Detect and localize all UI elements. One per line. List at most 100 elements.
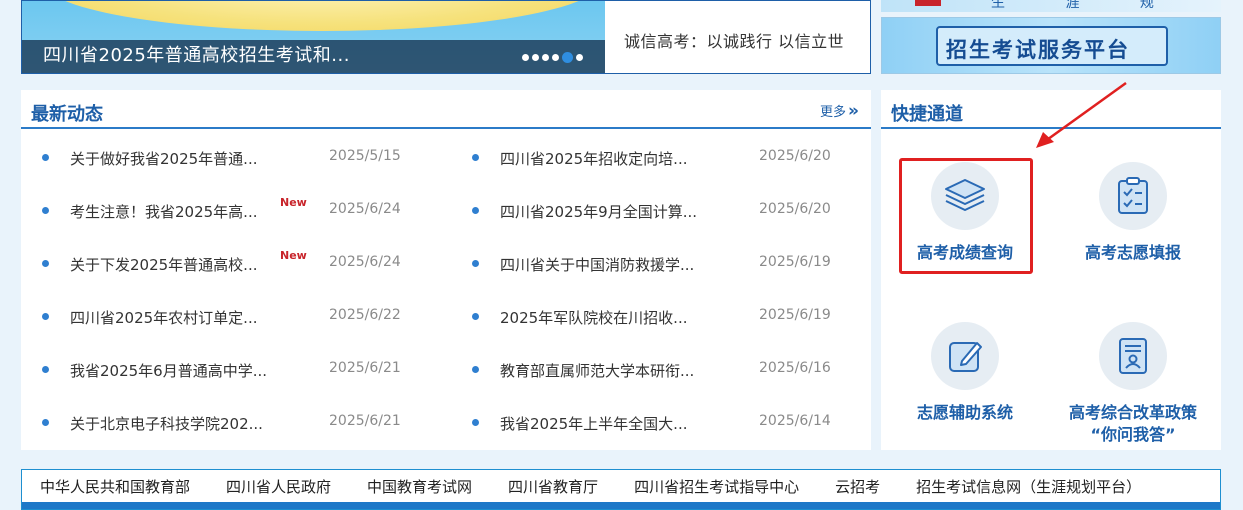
news-item-date: 2025/6/24 — [329, 254, 401, 270]
link-sc-gov[interactable]: 四川省人民政府 — [226, 476, 331, 497]
footer-strip — [22, 502, 1220, 509]
news-panel: 最新动态 更多 » 关于做好我省2025年普通... 2025/5/15 考生注… — [21, 90, 871, 450]
more-label[interactable]: 更多 — [820, 101, 846, 120]
news-item[interactable]: 关于做好我省2025年普通... 2025/5/15 — [21, 129, 441, 182]
link-sc-edu[interactable]: 四川省教育厅 — [508, 476, 598, 497]
news-item-title[interactable]: 考生注意！我省2025年高... — [70, 201, 257, 222]
link-moe[interactable]: 中华人民共和国教育部 — [40, 476, 190, 497]
news-item-title[interactable]: 我省2025年上半年全国大... — [500, 413, 687, 434]
news-item-title[interactable]: 关于下发2025年普通高校... — [70, 254, 257, 275]
news-item-date: 2025/6/19 — [759, 307, 831, 323]
news-item[interactable]: 四川省2025年农村订单定... 2025/6/22 — [21, 288, 441, 341]
slide-dot-active[interactable] — [562, 52, 573, 63]
clipboard-check-icon — [1118, 177, 1148, 214]
news-item[interactable]: 关于下发2025年普通高校... New 2025/6/24 — [21, 235, 441, 288]
quick-volunteer-assist[interactable]: 志愿辅助系统 — [885, 322, 1045, 424]
new-badge: New — [280, 196, 307, 209]
news-item-title[interactable]: 我省2025年6月普通高中学... — [70, 360, 267, 381]
link-yunzhaokao[interactable]: 云招考 — [835, 476, 880, 497]
news-item-date: 2025/6/24 — [329, 201, 401, 217]
slide-dot[interactable] — [532, 54, 539, 61]
bullet-icon — [42, 366, 49, 373]
slide-dot[interactable] — [542, 54, 549, 61]
news-item[interactable]: 四川省2025年9月全国计算... 2025/6/20 — [451, 182, 871, 235]
news-item[interactable]: 考生注意！我省2025年高... New 2025/6/24 — [21, 182, 441, 235]
news-item-date: 2025/6/21 — [329, 360, 401, 376]
bullet-icon — [472, 366, 479, 373]
quick-label[interactable]: 志愿辅助系统 — [885, 402, 1045, 424]
news-item-date: 2025/6/19 — [759, 254, 831, 270]
icon-circle[interactable] — [1099, 322, 1167, 390]
new-badge: New — [280, 249, 307, 262]
news-item[interactable]: 我省2025年6月普通高中学... 2025/6/21 — [21, 341, 441, 394]
bullet-icon — [472, 207, 479, 214]
quick-title: 快捷通道 — [891, 104, 963, 125]
news-item-date: 2025/6/20 — [759, 148, 831, 164]
news-item-title[interactable]: 教育部直属师范大学本研衔... — [500, 360, 694, 381]
more-link[interactable]: 更多 » — [820, 101, 859, 120]
news-item-date: 2025/6/21 — [329, 413, 401, 429]
bullet-icon — [472, 154, 479, 161]
service-platform-banner[interactable]: 招生考试服务平台 — [881, 17, 1221, 74]
slide-dot[interactable] — [576, 54, 583, 61]
news-item-title[interactable]: 关于北京电子科技学院202... — [70, 413, 263, 434]
news-item-date: 2025/6/16 — [759, 360, 831, 376]
career-platform-banner[interactable]: 生 涯 规 划 平 台 — [881, 0, 1221, 12]
quick-label-line1[interactable]: 高考综合改革政策 — [1053, 402, 1213, 424]
news-item[interactable]: 关于北京电子科技学院202... 2025/6/21 — [21, 394, 441, 447]
slide-dot[interactable] — [552, 54, 559, 61]
banner-box: 四川省2025年普通高校招生考试和... 诚信高考：以诚践行 以信立世 — [21, 0, 871, 74]
news-item-date: 2025/5/15 — [329, 148, 401, 164]
bullet-icon — [42, 154, 49, 161]
bullet-icon — [472, 260, 479, 267]
news-item[interactable]: 四川省关于中国消防救援学... 2025/6/19 — [451, 235, 871, 288]
news-item-title[interactable]: 四川省2025年农村订单定... — [70, 307, 257, 328]
stack-layers-icon — [945, 179, 985, 211]
news-item-title[interactable]: 关于做好我省2025年普通... — [70, 148, 257, 169]
quick-label-line2[interactable]: “你问我答” — [1053, 424, 1213, 446]
document-user-icon — [1119, 338, 1147, 374]
quick-volunteer-fill[interactable]: 高考志愿填报 — [1053, 162, 1213, 264]
link-neea[interactable]: 中国教育考试网 — [367, 476, 472, 497]
bullet-icon — [42, 313, 49, 320]
quick-gaokao-score[interactable]: 高考成绩查询 — [885, 162, 1045, 264]
bullet-icon — [42, 419, 49, 426]
icon-circle[interactable] — [931, 162, 999, 230]
icon-circle[interactable] — [1099, 162, 1167, 230]
news-item-title[interactable]: 四川省2025年9月全国计算... — [500, 201, 697, 222]
news-item[interactable]: 2025年军队院校在川招收... 2025/6/19 — [451, 288, 871, 341]
links-row: 中华人民共和国教育部 四川省人民政府 中国教育考试网 四川省教育厅 四川省招生考… — [22, 476, 1220, 497]
banner-image — [42, 1, 602, 31]
news-item[interactable]: 教育部直属师范大学本研衔... 2025/6/16 — [451, 341, 871, 394]
bullet-icon — [472, 313, 479, 320]
banner-slide[interactable]: 四川省2025年普通高校招生考试和... — [22, 1, 605, 73]
slide-dots — [522, 52, 583, 63]
double-chevron-right-icon[interactable]: » — [848, 102, 859, 119]
link-guidance-center[interactable]: 四川省招生考试指导中心 — [634, 476, 799, 497]
news-header: 最新动态 更多 » — [21, 90, 871, 129]
news-item[interactable]: 我省2025年上半年全国大... 2025/6/14 — [451, 394, 871, 447]
news-item[interactable]: 四川省2025年招收定向培... 2025/6/20 — [451, 129, 871, 182]
banner-caption[interactable]: 四川省2025年普通高校招生考试和... — [43, 41, 350, 67]
friend-links-bar: 中华人民共和国教育部 四川省人民政府 中国教育考试网 四川省教育厅 四川省招生考… — [21, 469, 1221, 510]
bullet-icon — [42, 207, 49, 214]
quick-label[interactable]: 高考成绩查询 — [885, 242, 1045, 264]
quick-label[interactable]: 高考志愿填报 — [1053, 242, 1213, 264]
news-item-title[interactable]: 2025年军队院校在川招收... — [500, 307, 687, 328]
banner-decoration — [915, 0, 941, 6]
icon-circle[interactable] — [931, 322, 999, 390]
bullet-icon — [42, 260, 49, 267]
quick-reform-policy[interactable]: 高考综合改革政策 “你问我答” — [1053, 322, 1213, 446]
link-exam-info[interactable]: 招生考试信息网（生涯规划平台） — [916, 476, 1141, 497]
news-item-date: 2025/6/14 — [759, 413, 831, 429]
news-item-title[interactable]: 四川省关于中国消防救援学... — [500, 254, 694, 275]
slide-dot[interactable] — [522, 54, 529, 61]
news-title: 最新动态 — [31, 104, 103, 125]
annotation-arrow-icon — [1036, 81, 1127, 148]
news-item-title[interactable]: 四川省2025年招收定向培... — [500, 148, 687, 169]
news-list-right: 四川省2025年招收定向培... 2025/6/20 四川省2025年9月全国计… — [451, 129, 871, 447]
career-platform-text: 生 涯 规 划 平 台 — [991, 0, 1182, 11]
bullet-icon — [472, 419, 479, 426]
news-list-left: 关于做好我省2025年普通... 2025/5/15 考生注意！我省2025年高… — [21, 129, 441, 447]
quick-label[interactable]: 高考综合改革政策 “你问我答” — [1053, 402, 1213, 446]
